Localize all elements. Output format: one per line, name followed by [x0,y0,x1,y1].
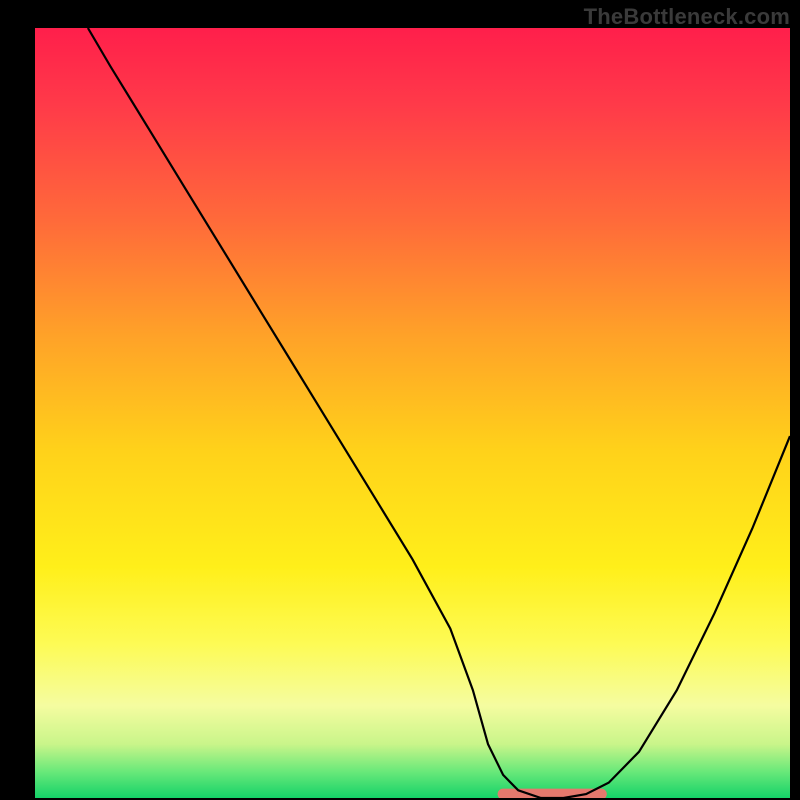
bottleneck-chart [35,28,790,798]
plot-area [35,28,790,798]
gradient-background [35,28,790,798]
chart-frame: TheBottleneck.com [0,0,800,800]
watermark-text: TheBottleneck.com [584,4,790,30]
